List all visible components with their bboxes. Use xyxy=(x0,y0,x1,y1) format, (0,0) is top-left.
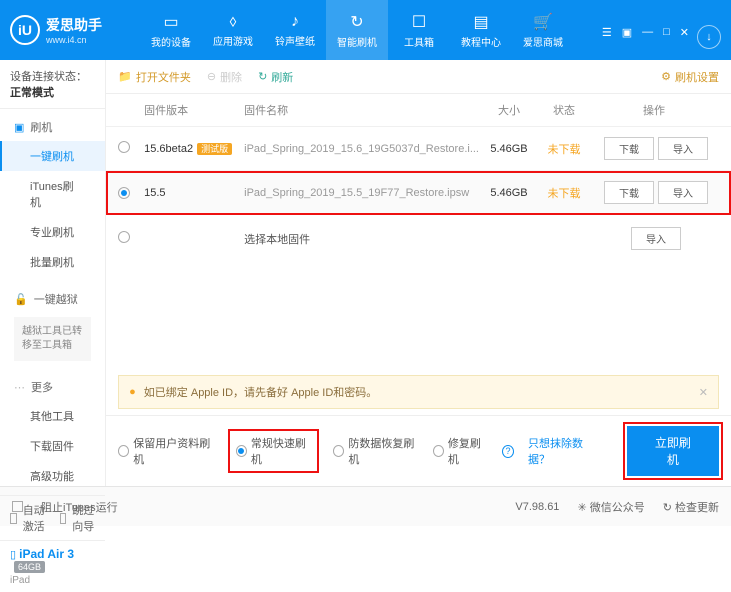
version-label: V7.98.61 xyxy=(515,501,559,513)
lock-icon[interactable]: ▣ xyxy=(622,26,632,39)
app-url: www.i4.cn xyxy=(46,35,102,45)
window-controls: ☰ ▣ — □ ✕ xyxy=(602,22,689,39)
nav-my-device[interactable]: ▭我的设备 xyxy=(140,0,202,60)
lock-open-icon: 🔓 xyxy=(14,293,28,306)
group-flash[interactable]: ▣刷机 xyxy=(0,113,105,141)
folder-icon: 📁 xyxy=(118,70,132,83)
main-nav: ▭我的设备 ⬨应用游戏 ♪铃声壁纸 ↻智能刷机 ☐工具箱 ▤教程中心 🛒爱思商城 xyxy=(140,0,602,60)
open-folder-button[interactable]: 📁打开文件夹 xyxy=(118,69,191,85)
radio-local[interactable] xyxy=(118,231,130,243)
close-icon[interactable]: ✕ xyxy=(680,26,689,39)
jailbreak-note: 越狱工具已转移至工具箱 xyxy=(14,317,91,361)
apps-icon: ⬨ xyxy=(229,13,236,31)
refresh-icon: ↻ xyxy=(258,70,267,83)
tablet-icon: ▯ xyxy=(10,549,16,561)
import-button[interactable]: 导入 xyxy=(631,227,681,250)
sidebar-item-advanced[interactable]: 高级功能 xyxy=(0,461,105,491)
sidebar-item-other[interactable]: 其他工具 xyxy=(0,401,105,431)
sidebar-item-oneclick[interactable]: 一键刷机 xyxy=(0,141,105,171)
help-icon[interactable]: ? xyxy=(502,445,514,458)
toolbox-icon: ☐ xyxy=(412,12,426,32)
import-button[interactable]: 导入 xyxy=(658,181,708,204)
book-icon: ▤ xyxy=(473,12,488,32)
minus-icon: ⊖ xyxy=(207,70,216,83)
erase-only-link[interactable]: 只想抹除数据？ xyxy=(528,435,599,467)
download-icon[interactable]: ↓ xyxy=(697,25,721,49)
close-notice-icon[interactable]: ✕ xyxy=(699,386,708,399)
nav-tutorials[interactable]: ▤教程中心 xyxy=(450,0,512,60)
opt-quick-flash[interactable]: 常规快速刷机 xyxy=(228,429,319,473)
nav-store[interactable]: 🛒爱思商城 xyxy=(512,0,574,60)
sidebar: 设备连接状态：正常模式 ▣刷机 一键刷机 iTunes刷机 专业刷机 批量刷机 … xyxy=(0,60,106,486)
group-more[interactable]: ⋯更多 xyxy=(0,373,105,401)
block-itunes-label: 阻止iTunes运行 xyxy=(41,499,118,515)
toolbar: 📁打开文件夹 ⊖删除 ↻刷新 ⚙刷机设置 xyxy=(106,60,731,94)
wechat-link[interactable]: ✳ 微信公众号 xyxy=(577,499,644,515)
download-button[interactable]: 下载 xyxy=(604,137,654,160)
download-button[interactable]: 下载 xyxy=(604,181,654,204)
table-header: 固件版本 固件名称 大小 状态 操作 xyxy=(106,94,731,127)
flash-now-button[interactable]: 立即刷机 xyxy=(627,426,719,476)
statusbar: 阻止iTunes运行 V7.98.61 ✳ 微信公众号 ↻ 检查更新 xyxy=(0,486,731,526)
gear-icon: ⚙ xyxy=(661,70,671,83)
cube-icon: ▣ xyxy=(14,121,24,134)
flash-settings-button[interactable]: ⚙刷机设置 xyxy=(661,69,719,85)
sidebar-item-batch[interactable]: 批量刷机 xyxy=(0,247,105,277)
local-firmware-row[interactable]: 选择本地固件 导入 xyxy=(106,215,731,262)
titlebar: iU 爱思助手 www.i4.cn ▭我的设备 ⬨应用游戏 ♪铃声壁纸 ↻智能刷… xyxy=(0,0,731,60)
group-jailbreak[interactable]: 🔓一键越狱 xyxy=(0,285,105,313)
opt-keep-data[interactable]: 保留用户资料刷机 xyxy=(118,435,214,467)
import-button[interactable]: 导入 xyxy=(658,137,708,160)
nav-ringtones[interactable]: ♪铃声壁纸 xyxy=(264,0,326,60)
check-update-link[interactable]: ↻ 检查更新 xyxy=(663,499,719,515)
opt-anti-recovery[interactable]: 防数据恢复刷机 xyxy=(333,435,419,467)
nav-tools[interactable]: ☐工具箱 xyxy=(388,0,450,60)
app-logo: iU 爱思助手 www.i4.cn xyxy=(10,15,140,45)
block-itunes-checkbox[interactable] xyxy=(12,501,23,512)
phone-icon: ▭ xyxy=(163,12,178,32)
firmware-row-selected[interactable]: 15.5 iPad_Spring_2019_15.5_19F77_Restore… xyxy=(106,171,731,215)
minimize-icon[interactable]: — xyxy=(642,26,653,38)
connection-status: 设备连接状态：正常模式 xyxy=(0,60,105,109)
update-icon: ↻ xyxy=(663,502,672,514)
logo-icon: iU xyxy=(10,15,40,45)
opt-repair[interactable]: 修复刷机 xyxy=(433,435,488,467)
music-icon: ♪ xyxy=(291,13,299,31)
sidebar-item-download-fw[interactable]: 下载固件 xyxy=(0,431,105,461)
nav-flash[interactable]: ↻智能刷机 xyxy=(326,0,388,60)
firmware-row[interactable]: 15.6beta2测试版 iPad_Spring_2019_15.6_19G50… xyxy=(106,127,731,171)
nav-apps[interactable]: ⬨应用游戏 xyxy=(202,0,264,60)
cart-icon: 🛒 xyxy=(533,12,553,32)
flash-options: 保留用户资料刷机 常规快速刷机 防数据恢复刷机 修复刷机 ? 只想抹除数据？ 立… xyxy=(106,415,731,486)
warning-icon: ● xyxy=(129,386,136,398)
app-name: 爱思助手 xyxy=(46,15,102,35)
delete-button[interactable]: ⊖删除 xyxy=(207,69,242,85)
more-icon: ⋯ xyxy=(14,381,25,394)
maximize-icon[interactable]: □ xyxy=(663,26,670,38)
sidebar-item-itunes[interactable]: iTunes刷机 xyxy=(0,171,105,217)
auto-activate-checkbox[interactable] xyxy=(10,513,17,524)
radio-selected[interactable] xyxy=(118,187,130,199)
refresh-button[interactable]: ↻刷新 xyxy=(258,69,293,85)
sidebar-item-pro[interactable]: 专业刷机 xyxy=(0,217,105,247)
wechat-icon: ✳ xyxy=(577,502,586,514)
main-panel: 📁打开文件夹 ⊖删除 ↻刷新 ⚙刷机设置 固件版本 固件名称 大小 状态 操作 … xyxy=(106,60,731,486)
device-info[interactable]: ▯ iPad Air 3 64GB iPad xyxy=(0,540,105,592)
menu-icon[interactable]: ☰ xyxy=(602,26,612,39)
appleid-notice: ● 如已绑定 Apple ID，请先备好 Apple ID和密码。 ✕ xyxy=(118,375,719,409)
refresh-icon: ↻ xyxy=(350,12,363,32)
radio-unselected[interactable] xyxy=(118,141,130,153)
